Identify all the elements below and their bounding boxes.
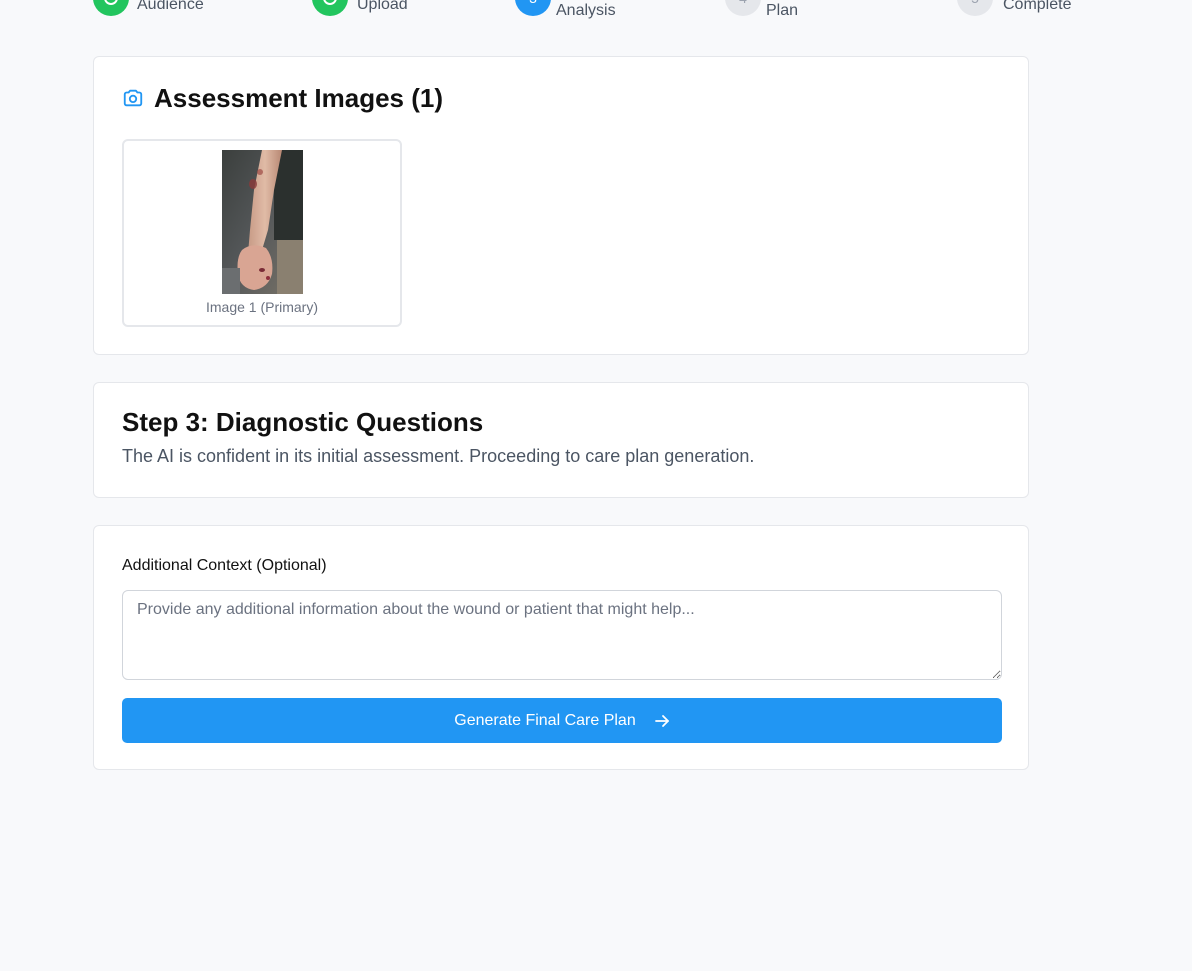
assessment-images-card: Assessment Images (1) Image 1 (Primary) [93, 56, 1029, 355]
image-thumbnail[interactable]: Image 1 (Primary) [122, 139, 402, 327]
wound-photo[interactable] [222, 150, 303, 294]
assessment-images-title: Assessment Images (1) [154, 83, 444, 113]
additional-context-card: Additional Context (Optional) Generate F… [93, 525, 1029, 770]
step-5-label: Complete [1003, 0, 1072, 13]
step-3-number: 3 [515, 0, 551, 16]
camera-icon [123, 89, 143, 107]
step-4-label: Plan [766, 2, 799, 19]
image-caption: Image 1 (Primary) [205, 299, 319, 315]
step-description: The AI is confident in its initial asses… [122, 446, 755, 466]
generate-care-plan-button[interactable]: Generate Final Care Plan [122, 698, 1002, 743]
step-5-number: 5 [957, 0, 993, 16]
step-1-complete-icon [93, 0, 129, 16]
diagnostic-questions-card: Step 3: Diagnostic Questions The AI is c… [93, 382, 1029, 498]
additional-context-textarea[interactable] [122, 590, 1002, 680]
wound-photo-illustration [222, 150, 303, 294]
additional-context-label: Additional Context (Optional) [122, 557, 327, 574]
step-4-number: 4 [725, 0, 761, 16]
step-3-label: Analysis [556, 2, 616, 19]
step-2-label: Upload [357, 0, 408, 13]
step-1-label: Audience [137, 0, 204, 13]
generate-care-plan-label: Generate Final Care Plan [454, 711, 636, 729]
assessment-images-header: Assessment Images (1) [122, 83, 443, 113]
arrow-right-icon [654, 714, 669, 727]
progress-stepper: Audience Upload 3 Analysis 4 Plan 5 Comp… [0, 0, 1192, 20]
step-title: Step 3: Diagnostic Questions [122, 407, 484, 437]
step-2-complete-icon [312, 0, 348, 16]
